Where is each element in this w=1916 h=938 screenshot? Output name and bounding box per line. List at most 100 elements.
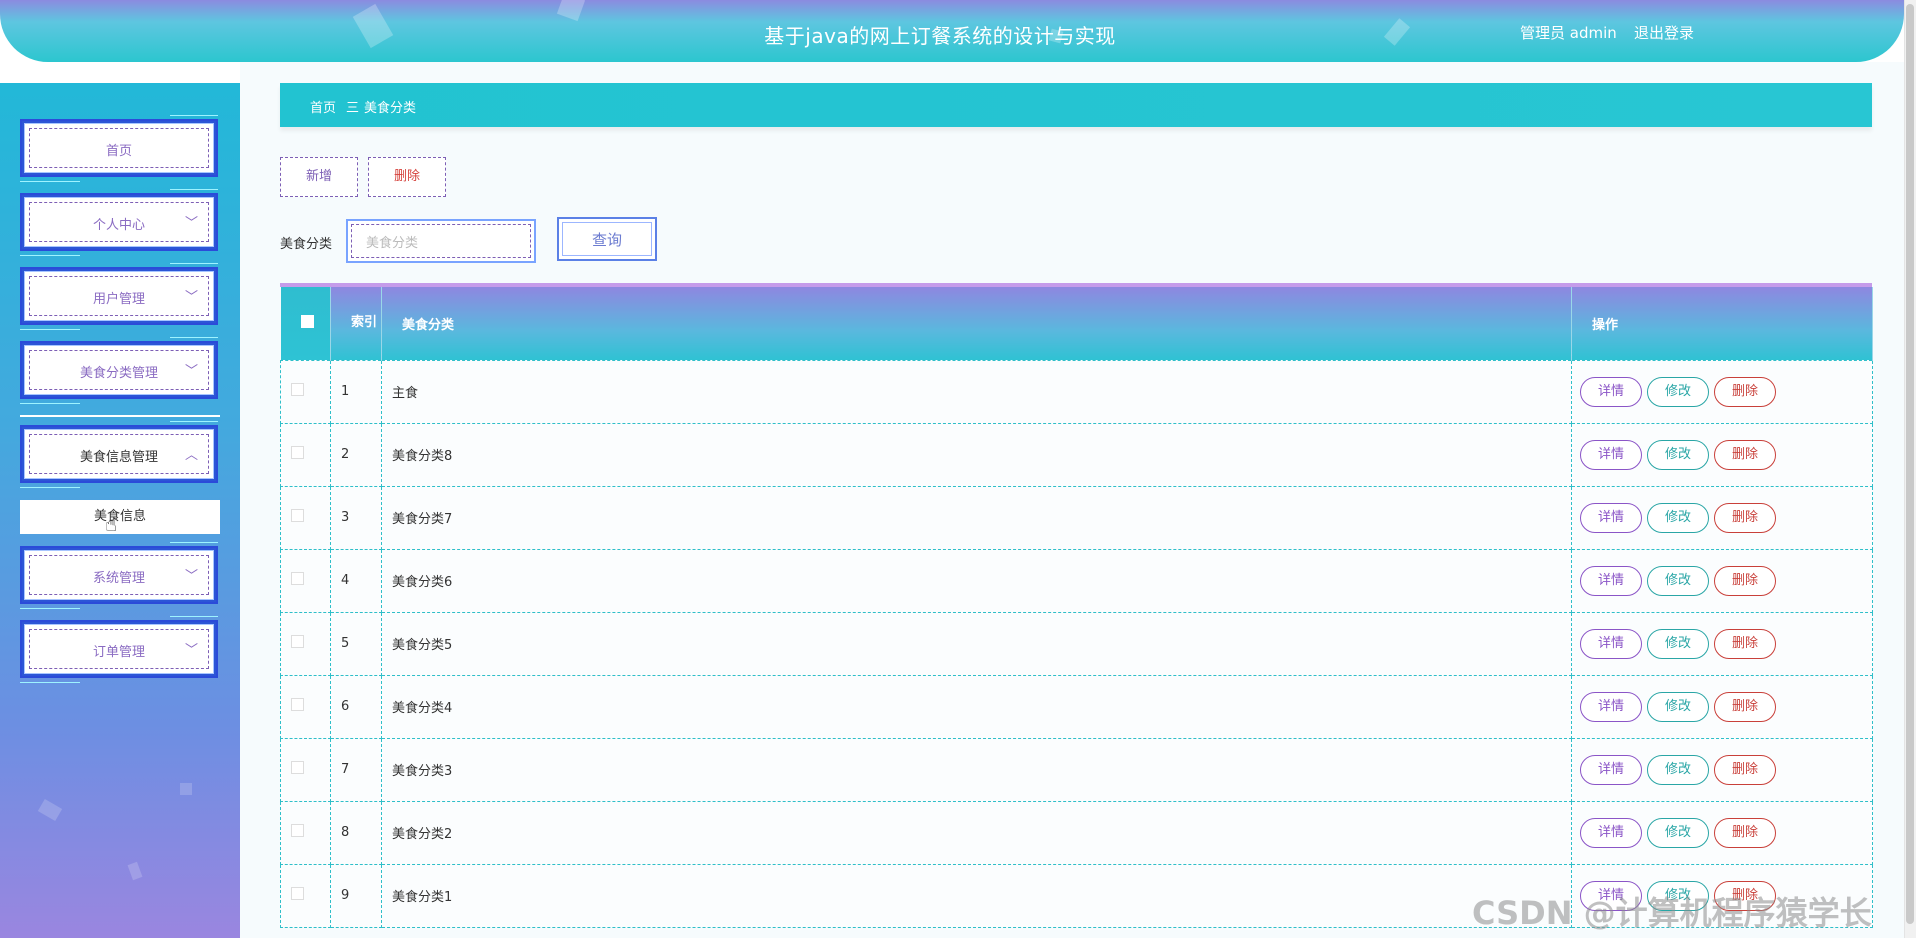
edit-button[interactable]: 修改 <box>1647 376 1709 407</box>
row-checkbox-cell[interactable] <box>280 359 331 424</box>
row-actions: 详情 修改 删除 <box>1571 359 1873 424</box>
search-button-label: 查询 <box>562 222 652 256</box>
edit-button[interactable]: 修改 <box>1647 817 1709 848</box>
sidebar-decoration <box>37 798 63 822</box>
row-category: 美食分类6 <box>381 548 1572 613</box>
row-checkbox[interactable] <box>291 572 304 585</box>
row-checkbox-cell[interactable] <box>280 422 331 487</box>
row-index: 2 <box>330 422 382 487</box>
delete-button[interactable]: 删除 <box>1714 817 1776 848</box>
data-table: 索引 美食分类 操作 1 主食 详情 修改 删除 2 美食分类8 详情 修改 删除 3 美食分类7 详情… <box>280 283 1873 928</box>
row-actions: 详情 修改 删除 <box>1571 674 1873 739</box>
frame-accent-line <box>20 403 80 404</box>
detail-button[interactable]: 详情 <box>1580 691 1642 722</box>
breadcrumb-home[interactable]: 首页 <box>310 97 336 116</box>
hand-cursor-icon: ☝ <box>105 512 118 536</box>
edit-button[interactable]: 修改 <box>1647 439 1709 470</box>
row-checkbox[interactable] <box>291 383 304 396</box>
row-actions: 详情 修改 删除 <box>1571 800 1873 865</box>
row-checkbox-cell[interactable] <box>280 485 331 550</box>
frame-accent-line <box>170 616 218 617</box>
row-checkbox[interactable] <box>291 887 304 900</box>
sidebar-item-orders[interactable]: 订单管理 ﹀ <box>20 616 218 683</box>
row-category: 美食分类8 <box>381 422 1572 487</box>
row-checkbox[interactable] <box>291 824 304 837</box>
row-checkbox[interactable] <box>291 635 304 648</box>
logout-link[interactable]: 退出登录 <box>1634 22 1694 43</box>
row-category: 美食分类4 <box>381 674 1572 739</box>
edit-button[interactable]: 修改 <box>1647 754 1709 785</box>
row-category: 美食分类2 <box>381 800 1572 865</box>
add-button[interactable]: 新增 <box>280 157 358 197</box>
sidebar-item-profile[interactable]: 个人中心 ﹀ <box>20 189 218 256</box>
row-checkbox-cell[interactable] <box>280 674 331 739</box>
row-category: 主食 <box>381 359 1572 424</box>
row-checkbox-cell[interactable] <box>280 863 331 928</box>
breadcrumb-current: 美食分类 <box>364 101 417 116</box>
frame-accent-line <box>170 421 218 422</box>
chevron-up-icon: ︿ <box>185 448 199 463</box>
row-checkbox-cell[interactable] <box>280 548 331 613</box>
row-index: 8 <box>330 800 382 865</box>
search-label: 美食分类 <box>280 237 333 252</box>
detail-button[interactable]: 详情 <box>1580 754 1642 785</box>
current-user: 管理员 admin <box>1520 24 1617 42</box>
search-button[interactable]: 查询 <box>557 217 657 261</box>
detail-button[interactable]: 详情 <box>1580 817 1642 848</box>
sidebar-subitem-food-info[interactable]: 美食信息 <box>20 500 220 534</box>
row-index: 9 <box>330 863 382 928</box>
chevron-down-icon: ﹀ <box>185 216 199 231</box>
frame-accent-line <box>170 337 218 338</box>
detail-button[interactable]: 详情 <box>1580 565 1642 596</box>
sidebar-item-label: 首页 <box>105 144 132 159</box>
row-checkbox[interactable] <box>291 761 304 774</box>
sidebar-divider <box>20 415 220 417</box>
delete-button[interactable]: 删除 <box>1714 439 1776 470</box>
row-checkbox-cell[interactable] <box>280 800 331 865</box>
category-column-header: 美食分类 <box>381 287 1572 360</box>
row-index: 1 <box>330 359 382 424</box>
row-index: 4 <box>330 548 382 613</box>
search-input[interactable]: 美食分类 <box>346 219 536 263</box>
sidebar-item-users[interactable]: 用户管理 ﹀ <box>20 263 218 330</box>
batch-delete-button[interactable]: 删除 <box>368 157 446 197</box>
delete-button[interactable]: 删除 <box>1714 376 1776 407</box>
row-index: 7 <box>330 737 382 802</box>
row-actions: 详情 修改 删除 <box>1571 422 1873 487</box>
delete-button[interactable]: 删除 <box>1714 565 1776 596</box>
table-row: 6 美食分类4 详情 修改 删除 <box>280 674 1873 739</box>
detail-button[interactable]: 详情 <box>1580 628 1642 659</box>
row-category: 美食分类7 <box>381 485 1572 550</box>
row-actions: 详情 修改 删除 <box>1571 611 1873 676</box>
sidebar-item-food-category[interactable]: 美食分类管理 ﹀ <box>20 337 218 404</box>
edit-button[interactable]: 修改 <box>1647 691 1709 722</box>
edit-button[interactable]: 修改 <box>1647 502 1709 533</box>
chevron-down-icon: ﹀ <box>185 364 199 379</box>
edit-button[interactable]: 修改 <box>1647 565 1709 596</box>
row-checkbox-cell[interactable] <box>280 611 331 676</box>
delete-button[interactable]: 删除 <box>1714 628 1776 659</box>
row-checkbox[interactable] <box>291 446 304 459</box>
delete-button[interactable]: 删除 <box>1714 754 1776 785</box>
table-row: 2 美食分类8 详情 修改 删除 <box>280 422 1873 487</box>
sidebar-item-home[interactable]: 首页 <box>20 115 218 182</box>
index-column-header: 索引 <box>330 287 382 360</box>
row-checkbox[interactable] <box>291 698 304 711</box>
frame-accent-line <box>20 181 80 182</box>
frame-accent-line <box>170 189 218 190</box>
scrollbar-thumb[interactable] <box>1906 4 1914 924</box>
detail-button[interactable]: 详情 <box>1580 376 1642 407</box>
detail-button[interactable]: 详情 <box>1580 502 1642 533</box>
delete-button[interactable]: 删除 <box>1714 691 1776 722</box>
sidebar-item-system[interactable]: 系统管理 ﹀ <box>20 542 218 609</box>
select-all-header[interactable] <box>280 287 331 360</box>
select-all-checkbox[interactable] <box>300 314 314 328</box>
sidebar-item-food-info[interactable]: 美食信息管理 ︿ <box>20 421 218 488</box>
row-checkbox[interactable] <box>291 509 304 522</box>
breadcrumb: 首页 三 美食分类 <box>280 83 1872 127</box>
edit-button[interactable]: 修改 <box>1647 628 1709 659</box>
detail-button[interactable]: 详情 <box>1580 439 1642 470</box>
delete-button[interactable]: 删除 <box>1714 502 1776 533</box>
sidebar-decoration <box>127 861 143 881</box>
row-checkbox-cell[interactable] <box>280 737 331 802</box>
